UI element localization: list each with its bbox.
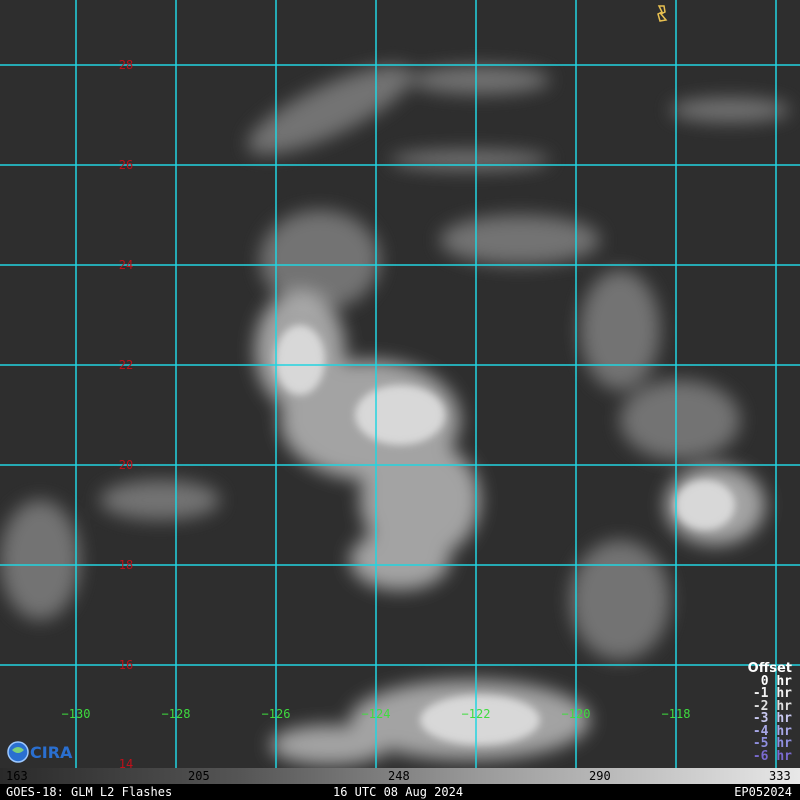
timestamp-label: 16 UTC 08 Aug 2024 — [333, 785, 464, 799]
longitude-label: −124 — [362, 707, 391, 721]
latitude-label: 22 — [119, 358, 133, 372]
colorbar-tick: 205 — [188, 769, 210, 783]
offset-item-6: -6 hr — [752, 748, 792, 764]
satellite-map: 2826242220181614 −130 −128 −126 −124 −122 −12… — [0, 0, 800, 770]
colorbar-tick: 333 — [769, 769, 791, 783]
logo-text: CIRA — [30, 743, 73, 762]
latitude-label: 18 — [119, 558, 133, 572]
longitude-label: −128 — [162, 707, 191, 721]
latitude-label: 24 — [119, 258, 133, 272]
colorbar-tick: 248 — [388, 769, 410, 783]
longitude-label: −118 — [662, 707, 691, 721]
satellite-product-label: GOES-18: GLM L2 Flashes — [6, 785, 173, 799]
longitude-label: −120 — [562, 707, 591, 721]
colorbar-tick: 163 — [6, 769, 28, 783]
latitude-label: 16 — [119, 658, 133, 672]
longitude-label: −122 — [462, 707, 491, 721]
temperature-colorbar: 163 205 248 290 333 — [0, 768, 800, 784]
footer-bar: GOES-18: GLM L2 Flashes 16 UTC 08 Aug 20… — [0, 784, 800, 800]
colorbar-tick: 290 — [589, 769, 611, 783]
latitude-label: 20 — [119, 458, 133, 472]
latitude-label: 26 — [119, 158, 133, 172]
storm-id-label: EP052024 — [734, 785, 792, 799]
longitude-label: −130 — [62, 707, 91, 721]
longitude-label: −126 — [262, 707, 291, 721]
cira-logo-icon: CIRA — [7, 741, 73, 763]
cira-logo: CIRA — [6, 738, 74, 766]
offset-legend: Offset 0 hr -1 hr -2 hr -3 hr -4 hr -5 h… — [748, 662, 792, 764]
latitude-label: 28 — [119, 58, 133, 72]
